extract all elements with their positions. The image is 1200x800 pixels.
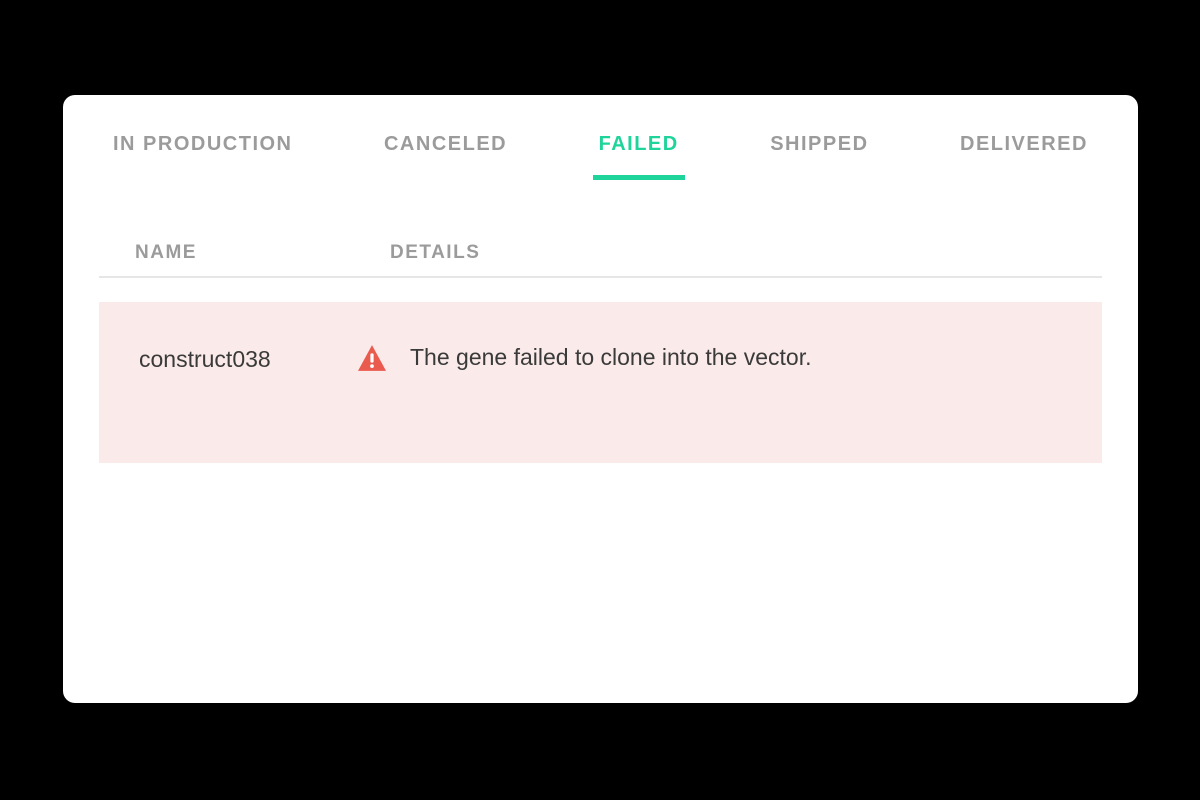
- row-name: construct038: [139, 344, 358, 373]
- warning-icon: [358, 345, 386, 371]
- status-panel: IN PRODUCTION CANCELED FAILED SHIPPED DE…: [63, 95, 1138, 703]
- table-body: construct038 The gene failed to clone in…: [63, 278, 1138, 463]
- column-header-details: DETAILS: [390, 242, 480, 264]
- status-tabs: IN PRODUCTION CANCELED FAILED SHIPPED DE…: [63, 95, 1138, 190]
- row-message: The gene failed to clone into the vector…: [410, 344, 812, 371]
- column-header-name: NAME: [135, 242, 390, 264]
- row-details: The gene failed to clone into the vector…: [358, 344, 812, 371]
- table-row[interactable]: construct038 The gene failed to clone in…: [99, 302, 1102, 463]
- tab-in-production[interactable]: IN PRODUCTION: [113, 133, 293, 180]
- tab-shipped[interactable]: SHIPPED: [770, 133, 868, 180]
- tab-delivered[interactable]: DELIVERED: [960, 133, 1088, 180]
- tab-canceled[interactable]: CANCELED: [384, 133, 507, 180]
- table-header: NAME DETAILS: [99, 190, 1102, 278]
- tab-failed[interactable]: FAILED: [599, 133, 679, 180]
